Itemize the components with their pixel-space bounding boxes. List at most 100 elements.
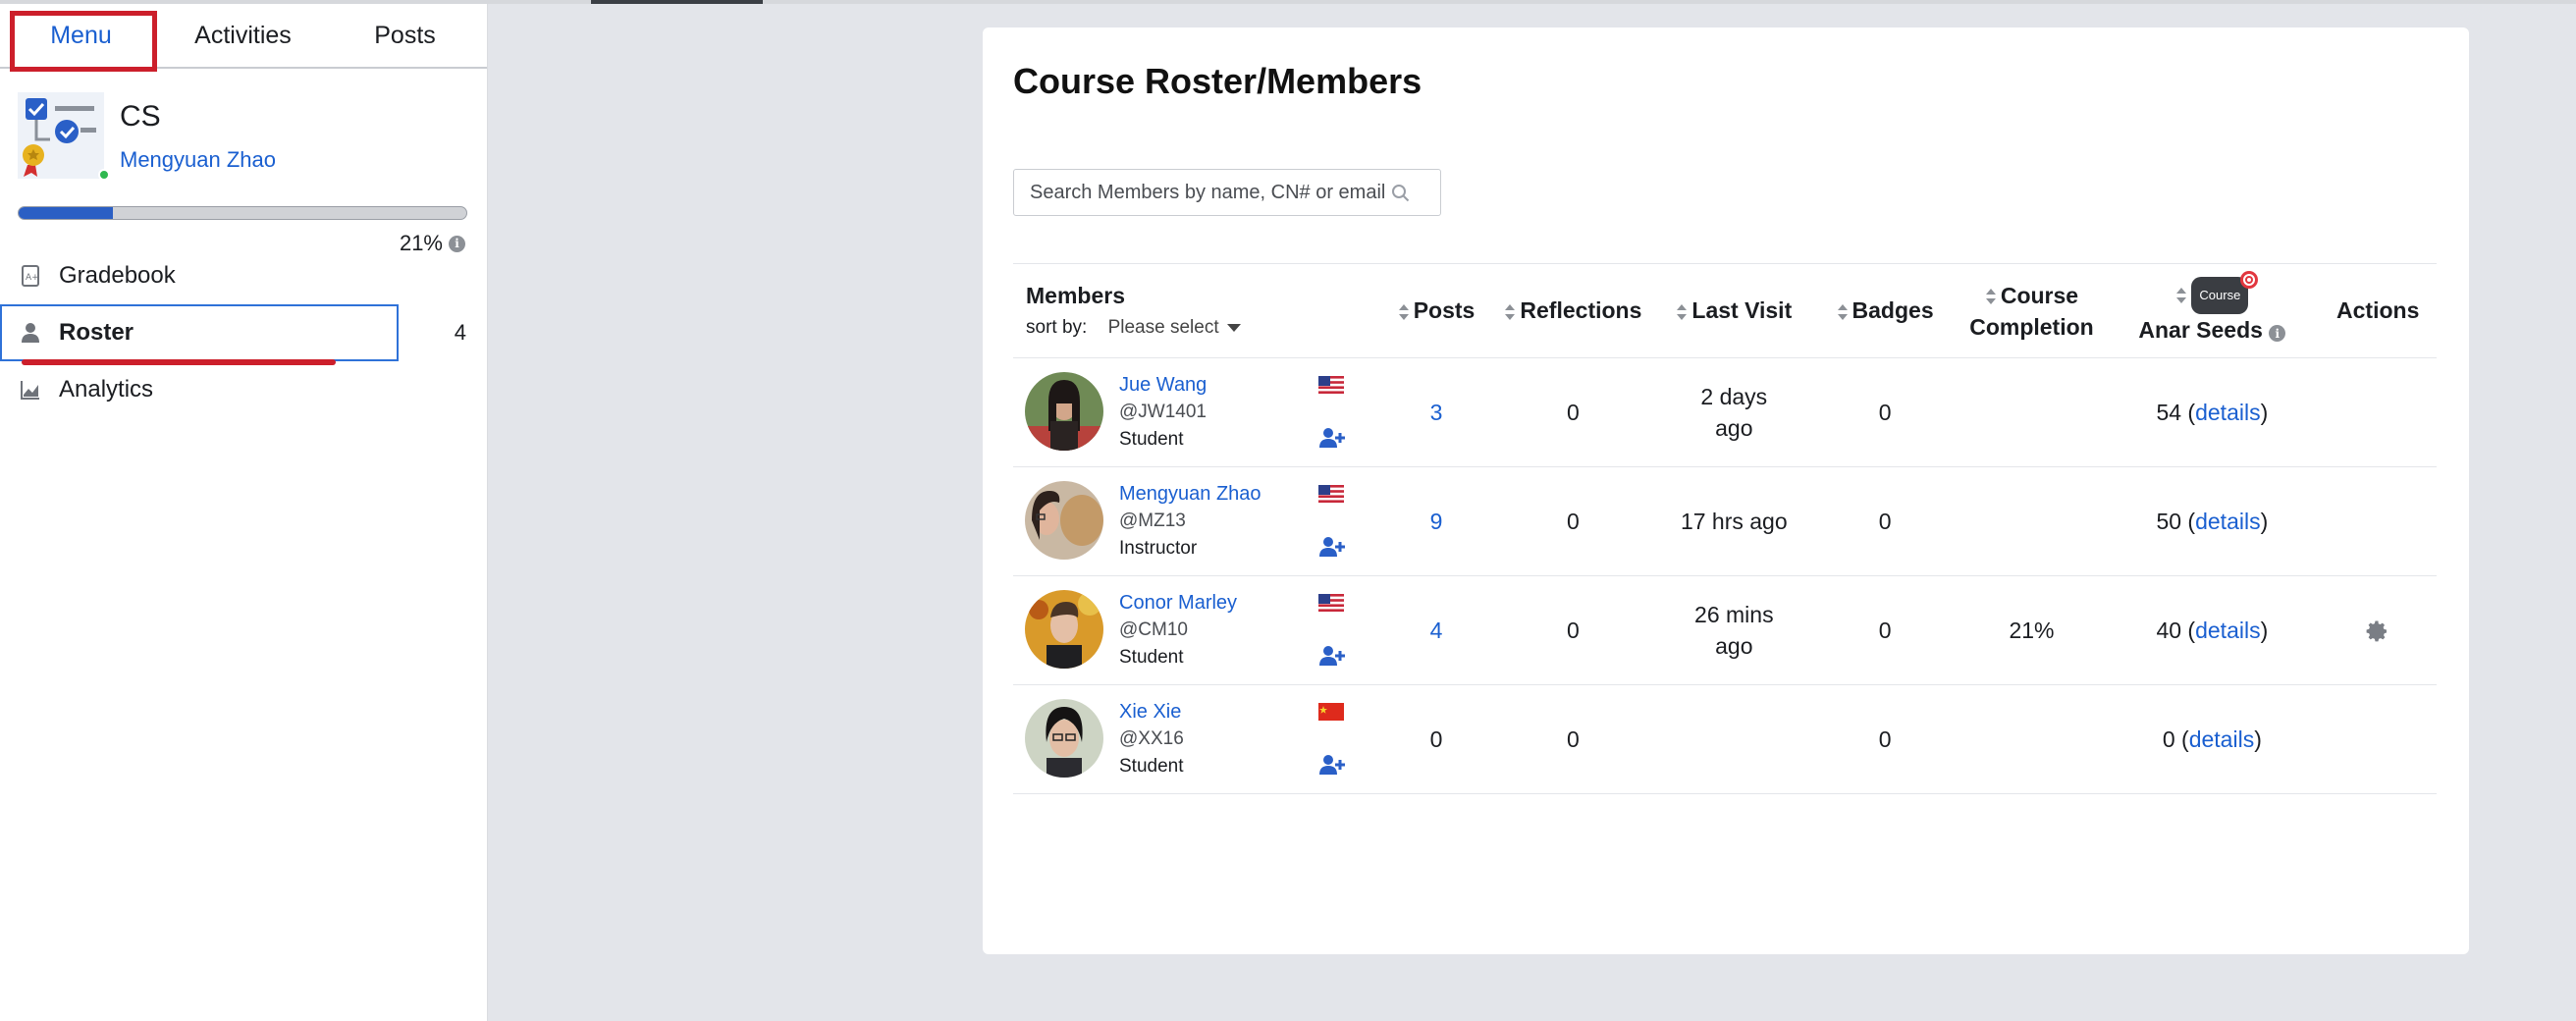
avatar[interactable]	[1025, 481, 1103, 560]
actions-header: Actions	[2336, 297, 2420, 323]
badges-cell: 0	[1811, 466, 1959, 576]
sidebar-item-analytics[interactable]: Analytics	[0, 361, 488, 418]
col-last-visit[interactable]: Last Visit	[1656, 263, 1812, 358]
sort-icon	[1837, 303, 1848, 320]
member-name-link[interactable]: Mengyuan Zhao	[1119, 483, 1261, 506]
online-status-dot	[98, 169, 110, 181]
usa-flag-icon	[1318, 594, 1345, 612]
col-actions: Actions	[2319, 263, 2437, 358]
sort-icon	[1677, 303, 1688, 320]
sidebar-item-label: Roster	[59, 319, 134, 346]
completion-header-line1: Course	[2000, 282, 2079, 308]
completion-value: 21%	[2009, 617, 2055, 643]
sidebar-item-label: Analytics	[59, 376, 154, 403]
flag-cell	[1315, 466, 1383, 576]
member-cell: Conor Marley @CM10 Student	[1013, 575, 1315, 685]
badges-count: 0	[1878, 508, 1892, 534]
info-icon[interactable]: i	[2269, 325, 2286, 342]
col-members: Members sort by: Please select	[1013, 263, 1383, 358]
badges-cell: 0	[1811, 575, 1959, 685]
table-row: Mengyuan Zhao @MZ13 Instructor 9 0 17 hr…	[1013, 466, 2437, 576]
search-input[interactable]	[1030, 181, 1403, 204]
posts-header: Posts	[1413, 297, 1476, 323]
top-bar-indicator	[591, 0, 763, 4]
seeds-cell: 40 (details)	[2105, 575, 2320, 685]
tab-posts-label: Posts	[374, 21, 436, 49]
seeds-details-link[interactable]: details	[2195, 618, 2260, 643]
add-friend-icon[interactable]	[1318, 427, 1346, 449]
sidebar: Menu Activities Posts CS Mengyuan Zhao 2…	[0, 4, 488, 1021]
roster-table-body: Jue Wang @JW1401 Student 3 0 2 days ago …	[1013, 357, 2437, 794]
seeds-value: 54	[2156, 399, 2182, 425]
flag-cell	[1315, 684, 1383, 794]
add-friend-icon[interactable]	[1318, 754, 1346, 776]
seed-seal-icon	[2240, 270, 2259, 289]
seeds-cell: 54 (details)	[2105, 357, 2320, 467]
avatar[interactable]	[1025, 372, 1103, 451]
gradebook-icon: A+	[22, 265, 39, 287]
reflections-cell: 0	[1489, 575, 1657, 685]
search-icon[interactable]	[1391, 184, 1411, 203]
tab-posts[interactable]: Posts	[324, 4, 486, 67]
sidebar-item-roster[interactable]: Roster 4	[0, 304, 488, 365]
reflections-cell: 0	[1489, 357, 1657, 467]
sort-select[interactable]: Please select	[1108, 317, 1241, 338]
avatar[interactable]	[1025, 590, 1103, 669]
completion-cell	[1958, 357, 2106, 467]
actions-cell	[2319, 575, 2437, 685]
completion-cell: 21%	[1958, 575, 2106, 685]
seeds-cell: 50 (details)	[2105, 466, 2320, 576]
posts-cell: 3	[1382, 357, 1490, 467]
col-course-completion[interactable]: Course Completion	[1958, 263, 2106, 358]
last-visit-value: 17 hrs ago	[1680, 509, 1788, 534]
table-row: Conor Marley @CM10 Student 4 0 26 mins a…	[1013, 575, 2437, 685]
badges-cell: 0	[1811, 357, 1959, 467]
member-role: Student	[1119, 756, 1184, 777]
last-visit-cell	[1656, 684, 1812, 794]
col-reflections[interactable]: Reflections	[1489, 263, 1657, 358]
member-handle: @JW1401	[1119, 402, 1207, 422]
flag-cell	[1315, 575, 1383, 685]
col-anar-seeds[interactable]: Course Anar Seeds i	[2105, 263, 2320, 358]
reflections-count: 0	[1567, 508, 1580, 534]
member-role: Student	[1119, 429, 1184, 450]
member-name-link[interactable]: Conor Marley	[1119, 592, 1237, 615]
col-badges[interactable]: Badges	[1811, 263, 1959, 358]
gear-icon[interactable]	[2366, 619, 2389, 643]
last-visit-cell: 26 mins ago	[1656, 575, 1812, 685]
table-header-row: Members sort by: Please select Posts Ref…	[1013, 263, 2437, 358]
sort-icon	[1398, 303, 1409, 320]
posts-count-link[interactable]: 9	[1430, 509, 1443, 534]
seeds-details-link[interactable]: details	[2195, 509, 2260, 534]
reflections-count: 0	[1567, 617, 1580, 643]
member-handle: @MZ13	[1119, 510, 1186, 531]
tab-menu[interactable]: Menu	[0, 4, 162, 72]
member-name-link[interactable]: Jue Wang	[1119, 374, 1207, 397]
seeds-details-link[interactable]: details	[2189, 726, 2254, 752]
badges-count: 0	[1878, 725, 1892, 752]
member-name-link[interactable]: Xie Xie	[1119, 701, 1181, 724]
posts-cell: 0	[1382, 684, 1490, 794]
chart-icon	[21, 381, 39, 400]
tab-activities[interactable]: Activities	[162, 4, 324, 67]
add-friend-icon[interactable]	[1318, 536, 1346, 558]
roster-count: 4	[454, 320, 466, 345]
sidebar-item-gradebook[interactable]: A+ Gradebook	[0, 247, 488, 304]
sidebar-item-label: Gradebook	[59, 262, 176, 289]
posts-count-link[interactable]: 4	[1430, 618, 1443, 643]
sort-by-control: sort by: Please select	[1026, 317, 1382, 339]
course-badge-label: Course	[2199, 287, 2241, 302]
posts-count-link[interactable]: 3	[1430, 400, 1443, 425]
course-user-link[interactable]: Mengyuan Zhao	[120, 147, 276, 173]
col-posts[interactable]: Posts	[1382, 263, 1490, 358]
seeds-value: 0	[2162, 725, 2175, 752]
anar-seeds-header: Anar Seeds	[2138, 316, 2263, 343]
course-progress-fill	[19, 207, 113, 219]
sort-icon	[2176, 287, 2187, 303]
roster-card: Course Roster/Members Members sort by: P…	[983, 27, 2469, 954]
sort-icon	[1505, 303, 1516, 320]
avatar[interactable]	[1025, 699, 1103, 778]
seeds-details-link[interactable]: details	[2195, 400, 2260, 425]
course-progress-bar	[18, 206, 467, 220]
add-friend-icon[interactable]	[1318, 645, 1346, 667]
